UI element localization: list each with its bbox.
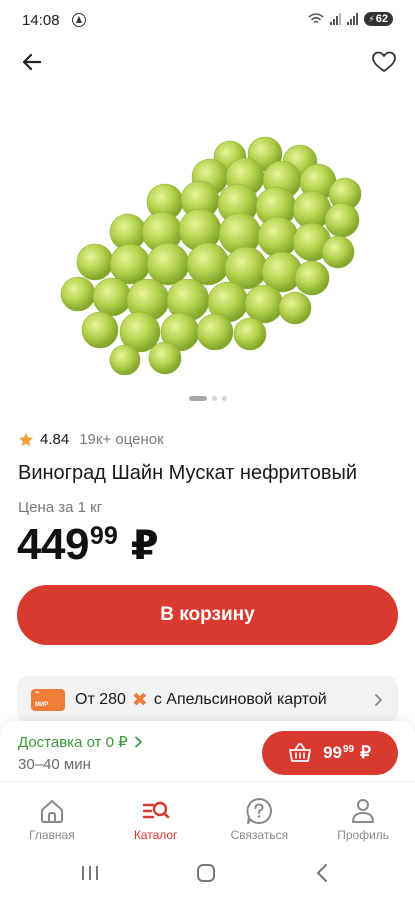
- promo-banner[interactable]: МИР От 280 ✖ с Апельсиновой картой: [17, 676, 398, 724]
- basket-total-currency: ₽: [360, 743, 371, 762]
- basket-button[interactable]: 99 99 ₽: [262, 731, 398, 775]
- delivery-link[interactable]: Доставка от 0 ₽: [18, 733, 144, 751]
- grape-berry: [257, 216, 299, 258]
- product-header: [0, 40, 415, 84]
- grape-berry: [196, 313, 234, 351]
- grape-berry: [109, 344, 141, 375]
- recents-icon[interactable]: [80, 865, 100, 881]
- grape-berry: [233, 317, 267, 351]
- battery-icon: ⚡ 62: [364, 12, 393, 26]
- rating-value: 4.84: [40, 431, 70, 448]
- status-time: 14:08: [22, 12, 60, 29]
- price-main: 449: [17, 520, 89, 569]
- price-currency: ₽: [130, 524, 159, 568]
- status-icons: ⚡ 62: [308, 12, 393, 26]
- grape-berry: [146, 242, 190, 286]
- tab-contact-label: Связаться: [230, 828, 289, 842]
- catalog-search-icon: [142, 801, 169, 819]
- chevron-right-icon: [375, 694, 382, 706]
- tab-home[interactable]: Главная: [0, 782, 104, 843]
- grape-berry: [244, 284, 284, 324]
- home-button-icon[interactable]: [197, 864, 215, 882]
- tab-catalog-label: Каталог: [133, 828, 178, 842]
- wifi-icon: [308, 13, 324, 24]
- grape-berry: [324, 202, 360, 238]
- price-cents: 99: [89, 522, 118, 550]
- bottom-tab-bar: Главная Каталог Связаться Профиль: [0, 781, 415, 843]
- card-icon: МИР: [31, 689, 65, 711]
- help-icon: [246, 798, 273, 824]
- tab-profile-label: Профиль: [337, 828, 390, 842]
- tab-home-label: Главная: [29, 828, 75, 842]
- cross-icon: ✖: [131, 689, 148, 711]
- grape-berry: [60, 276, 96, 312]
- battery-level: 62: [375, 13, 388, 25]
- gallery-dot[interactable]: [221, 396, 227, 401]
- grape-berry: [148, 341, 182, 375]
- basket-total: 99 99 ₽: [323, 743, 371, 763]
- gallery-indicator: [0, 396, 415, 401]
- basket-total-main: 99: [323, 743, 342, 762]
- tab-contact[interactable]: Связаться: [208, 782, 312, 843]
- star-icon: [18, 432, 34, 446]
- system-navigation: [0, 843, 415, 900]
- tab-catalog[interactable]: Каталог: [104, 782, 208, 843]
- navigation-icon: [72, 13, 86, 27]
- rating[interactable]: 4.84 19к+ оценок: [18, 431, 164, 448]
- product-price: 449 99 ₽: [17, 520, 159, 570]
- grape-berry: [186, 242, 230, 286]
- heart-outline-icon[interactable]: [371, 50, 397, 74]
- grape-berry: [92, 277, 132, 317]
- profile-icon: [352, 799, 375, 823]
- grape-berry: [109, 243, 151, 285]
- chevron-right-icon: [134, 736, 142, 748]
- signal-icon: [347, 13, 359, 25]
- delivery-bar: Доставка от 0 ₽ 30–40 мин 99 99 ₽: [0, 721, 415, 781]
- add-to-cart-button[interactable]: В корзину: [17, 585, 398, 645]
- gallery-dot[interactable]: [188, 396, 207, 401]
- arrow-left-icon[interactable]: [20, 50, 44, 74]
- reviews-count: 19к+ оценок: [79, 431, 164, 448]
- tab-profile[interactable]: Профиль: [311, 782, 415, 843]
- back-icon[interactable]: [314, 864, 330, 882]
- basket-icon: [289, 743, 311, 762]
- grape-berry: [294, 260, 330, 296]
- grape-berry: [81, 311, 119, 349]
- delivery-label: Доставка от 0 ₽: [18, 734, 128, 751]
- price-unit: Цена за 1 кг: [18, 499, 103, 516]
- product-image[interactable]: [50, 130, 365, 375]
- grape-berry: [76, 243, 114, 281]
- gallery-dot[interactable]: [211, 396, 217, 401]
- grape-berry: [321, 235, 355, 269]
- basket-total-cents: 99: [342, 744, 355, 755]
- delivery-time: 30–40 мин: [18, 756, 91, 773]
- promo-prefix: От 280: [75, 691, 126, 708]
- product-title: Виноград Шайн Мускат нефритовый: [18, 462, 358, 484]
- card-label: МИР: [35, 702, 49, 708]
- home-icon: [40, 800, 63, 823]
- signal-icon: [330, 13, 342, 25]
- promo-text: с Апельсиновой картой: [153, 691, 327, 708]
- status-bar: 14:08 ⚡ 62: [0, 0, 415, 40]
- grape-berry: [278, 291, 312, 325]
